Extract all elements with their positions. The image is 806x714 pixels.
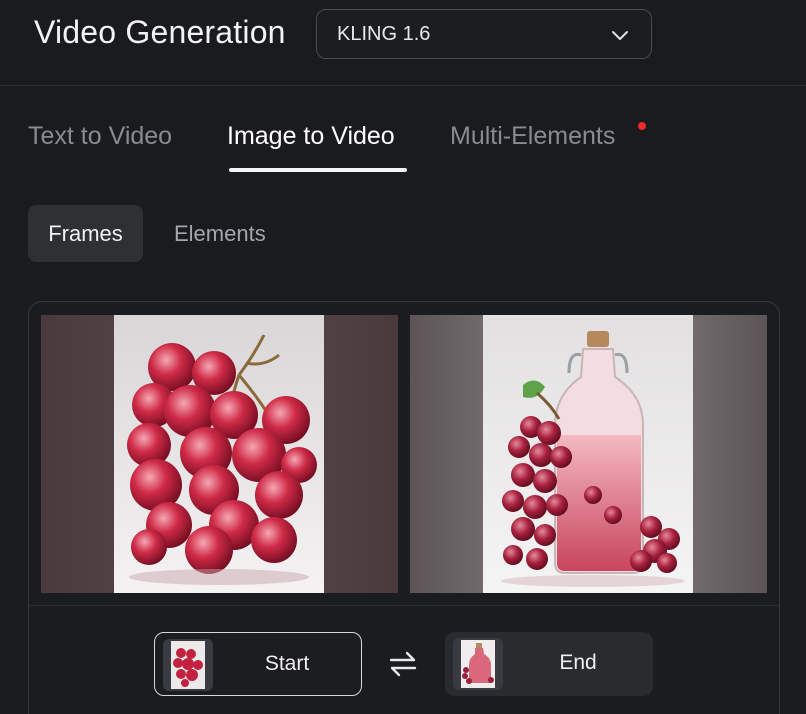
header: Video Generation KLING 1.6 [0, 0, 806, 86]
start-frame-image [114, 315, 324, 593]
start-frame-thumbnail [163, 639, 213, 691]
model-select-value: KLING 1.6 [337, 23, 431, 45]
start-frame-slot[interactable]: Start [154, 632, 362, 696]
start-frame-preview[interactable] [41, 315, 398, 593]
swap-arrows-icon[interactable] [387, 650, 419, 678]
bottle-thumbnail-icon [461, 640, 495, 688]
start-slot-label: Start [264, 652, 310, 675]
panel-divider [29, 605, 779, 606]
end-frame-thumbnail [453, 638, 503, 690]
end-frame-slot[interactable]: End [445, 632, 653, 696]
chevron-down-icon [612, 31, 628, 40]
model-select[interactable]: KLING 1.6 [316, 9, 652, 59]
frames-panel: Start End [28, 301, 780, 714]
tab-multi-elements[interactable]: Multi-Elements [450, 122, 615, 151]
end-frame-preview[interactable] [410, 315, 767, 593]
end-slot-label: End [559, 651, 597, 674]
tab-image-to-video[interactable]: Image to Video [227, 122, 395, 151]
notification-dot [638, 122, 646, 130]
subtab-elements[interactable]: Elements [174, 205, 266, 262]
end-frame-image [483, 315, 693, 593]
tab-text-to-video[interactable]: Text to Video [28, 122, 172, 151]
grapes-thumbnail-icon [171, 641, 205, 689]
mode-tabs: Text to Video Image to Video Multi-Eleme… [0, 100, 806, 180]
active-tab-indicator [229, 168, 407, 172]
subtab-frames[interactable]: Frames [28, 205, 143, 262]
page-title: Video Generation [34, 14, 286, 50]
